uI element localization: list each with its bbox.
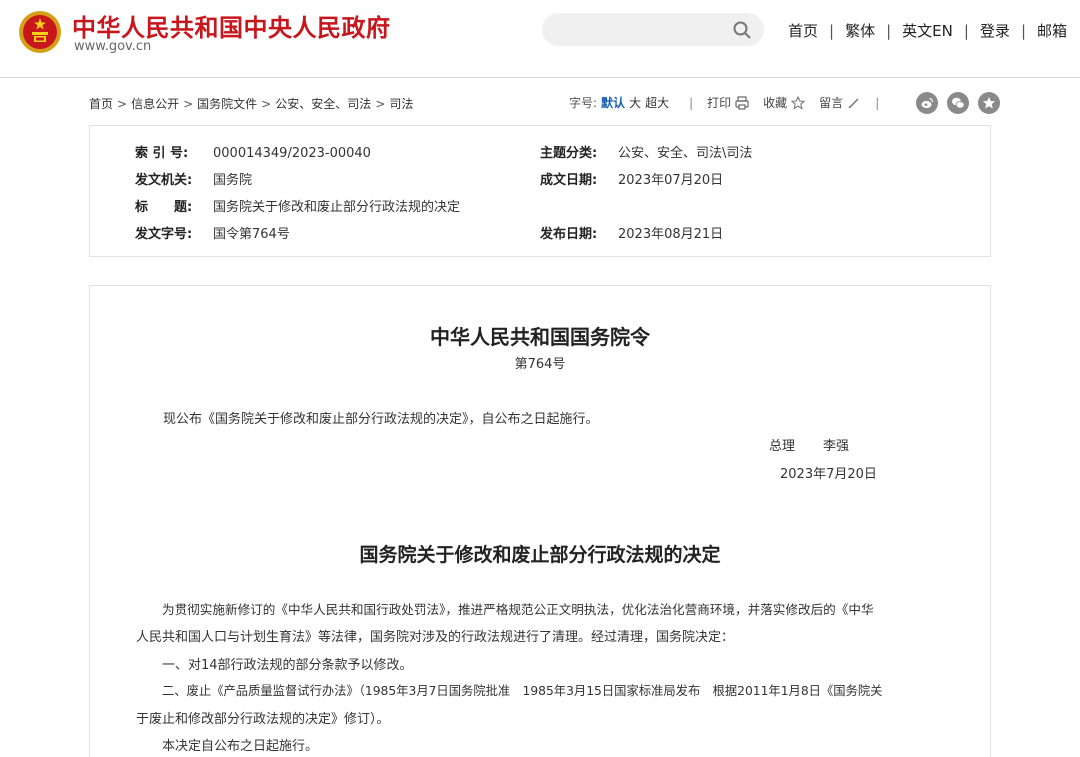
document-title: 中华人民共和国国务院令 [430, 325, 650, 349]
site-header: 中华人民共和国中央人民政府 www.gov.cn 首页 | 繁体 | 英文EN … [0, 0, 1080, 78]
document-number: 第764号 [514, 357, 566, 372]
print-button[interactable]: 打印 [707, 94, 749, 111]
nav-home[interactable]: 首页 [788, 20, 818, 41]
decision-effective: 本决定自公布之日起施行。 [162, 739, 319, 754]
favorite-button[interactable]: 收藏 [763, 94, 806, 111]
breadcrumb-category[interactable]: 公安、安全、司法 [275, 97, 371, 111]
breadcrumb-home[interactable]: 首页 [89, 97, 113, 111]
breadcrumb-arrow: > [375, 97, 386, 111]
search-input[interactable] [542, 13, 764, 46]
page-tools: 字号: 默认 大 超大 | 打印 收藏 留言 | [569, 94, 879, 111]
font-size-label: 字号: [569, 96, 598, 110]
font-size-default[interactable]: 默认 [601, 94, 625, 111]
breadcrumb-bar: 首页 > 信息公开 > 国务院文件 > 公安、安全、司法 > 司法 字号: 默认 大 超大 | … [89, 92, 1000, 114]
info-topic-label: 主题分类: [540, 146, 598, 161]
signer-role: 总理 [769, 439, 796, 454]
breadcrumb-arrow: > [261, 97, 272, 111]
breadcrumb-current[interactable]: 司法 [389, 97, 413, 111]
nav-separator: | [829, 21, 835, 40]
promulgation-text: 现公布《国务院关于修改和废止部分行政法规的决定》，自公布之日起施行。 [163, 412, 599, 427]
sign-date: 2023年7月20日 [780, 467, 877, 482]
nav-login[interactable]: 登录 [980, 20, 1010, 41]
decision-item-2-line-2: 于废止和修改部分行政法规的决定》修订）。 [136, 712, 390, 727]
comment-button[interactable]: 留言 [819, 94, 861, 111]
font-size-large[interactable]: 大 [629, 94, 641, 111]
site-title[interactable]: 中华人民共和国中央人民政府 [72, 8, 391, 43]
decision-paragraph-1-line-1: 为贯彻实施新修订的《中华人民共和国行政处罚法》，推进严格规范公正文明执法，优化法… [162, 602, 874, 617]
share-icons [907, 92, 1000, 114]
info-issuer-label: 发文机关: [135, 173, 193, 188]
site-url: www.gov.cn [74, 39, 152, 54]
info-issuer: 发文机关: 国务院 [135, 169, 252, 188]
document-body: 中华人民共和国国务院令 第764号 现公布《国务院关于修改和废止部分行政法规的决… [89, 285, 991, 757]
info-index-value: 000014349/2023-00040 [213, 146, 371, 161]
qzone-star-icon[interactable] [978, 92, 1000, 114]
favorite-label: 收藏 [763, 96, 788, 110]
font-size-xlarge[interactable]: 超大 [645, 94, 669, 111]
info-written-value: 2023年07月20日 [618, 173, 724, 188]
national-emblem-icon[interactable] [18, 10, 62, 54]
weibo-icon[interactable] [916, 92, 938, 114]
info-topic: 主题分类: 公安、安全、司法\司法 [540, 142, 752, 161]
info-index-label: 索 引 号: [135, 146, 189, 161]
info-title-value: 国务院关于修改和废止部分行政法规的决定 [213, 200, 461, 215]
info-written-date: 成文日期: 2023年07月20日 [540, 169, 723, 188]
info-issuer-value: 国务院 [213, 173, 253, 188]
printer-icon [735, 95, 749, 110]
info-docno-value: 国令第764号 [213, 227, 290, 242]
top-nav: 首页 | 繁体 | 英文EN | 登录 | 邮箱 [788, 20, 1067, 41]
nav-separator: | [886, 21, 892, 40]
search-icon[interactable] [732, 20, 752, 40]
nav-separator: | [1020, 21, 1026, 40]
nav-separator: | [963, 21, 969, 40]
info-docno-label: 发文字号: [135, 227, 193, 242]
decision-title: 国务院关于修改和废止部分行政法规的决定 [359, 544, 721, 566]
decision-item-2-line-1: 二、废止《产品质量监督试行办法》（1985年3月7日国务院批准 1985年3月1… [162, 684, 883, 698]
info-title: 标 题: 国务院关于修改和废止部分行政法规的决定 [135, 196, 460, 215]
comment-label: 留言 [819, 96, 844, 110]
info-title-label: 标 题: [135, 200, 193, 215]
info-published-label: 发布日期: [540, 227, 598, 242]
nav-mail[interactable]: 邮箱 [1037, 20, 1067, 41]
nav-traditional[interactable]: 繁体 [845, 20, 875, 41]
tools-separator: | [689, 95, 694, 110]
document-info-table: 索 引 号: 000014349/2023-00040 主题分类: 公安、安全、司法… [89, 125, 991, 257]
breadcrumb-docs[interactable]: 国务院文件 [197, 97, 257, 111]
tools-separator: | [875, 95, 880, 110]
decision-paragraph-1-line-2: 人民共和国人口与计划生育法》等法律，国务院对涉及的行政法规进行了清理。经过清理，… [136, 630, 735, 645]
breadcrumb-info[interactable]: 信息公开 [131, 97, 179, 111]
breadcrumb-arrow: > [117, 97, 128, 111]
signer-name: 李强 [823, 439, 850, 454]
info-docno: 发文字号: 国令第764号 [135, 223, 290, 242]
info-index: 索 引 号: 000014349/2023-00040 [135, 142, 371, 161]
pencil-icon [848, 97, 859, 109]
info-published-value: 2023年08月21日 [618, 227, 724, 242]
decision-item-1: 一、对14部行政法规的部分条款予以修改。 [162, 658, 413, 673]
star-icon [791, 95, 806, 110]
info-published-date: 发布日期: 2023年08月21日 [540, 223, 723, 242]
info-written-label: 成文日期: [540, 173, 598, 188]
breadcrumb-arrow: > [183, 97, 194, 111]
wechat-icon[interactable] [947, 92, 969, 114]
print-label: 打印 [707, 96, 732, 110]
breadcrumb: 首页 > 信息公开 > 国务院文件 > 公安、安全、司法 > 司法 [89, 95, 413, 112]
info-topic-value: 公安、安全、司法\司法 [618, 146, 753, 161]
nav-english[interactable]: 英文EN [902, 20, 953, 41]
